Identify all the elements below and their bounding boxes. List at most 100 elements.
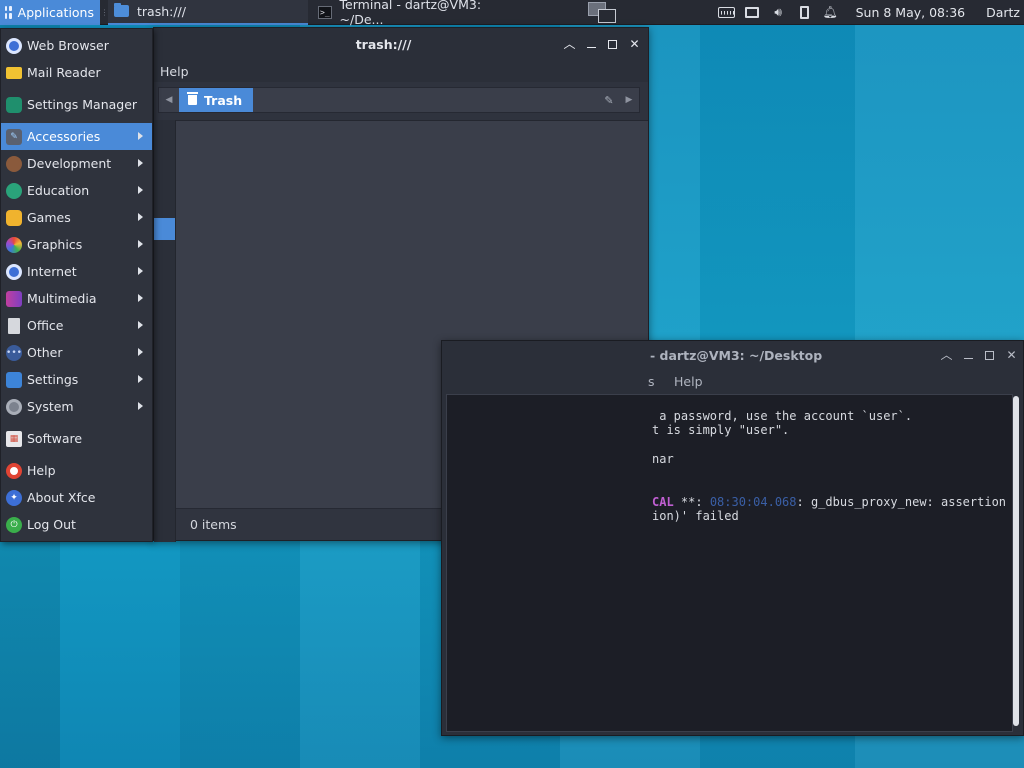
minimize-button[interactable] (964, 351, 973, 359)
submenu-arrow-icon (138, 240, 143, 248)
breadcrumb-trash[interactable]: Trash (179, 88, 254, 112)
log-message: : g_dbus_proxy_new: assertion ' (796, 494, 1013, 509)
clock[interactable]: Sun 8 May, 08:36 (856, 5, 966, 20)
close-button[interactable]: ✕ (1006, 349, 1017, 361)
submenu-arrow-icon (138, 132, 143, 140)
accessories-icon: ✎ (6, 128, 22, 145)
shade-button[interactable]: ︿ (564, 38, 576, 50)
terminal-line: CAL **: 08:30:04.068: g_dbus_proxy_new: … (447, 495, 1012, 509)
menu-item-label: Log Out (27, 517, 76, 532)
path-scroll-left-icon[interactable]: ◀ (159, 95, 179, 105)
development-icon (6, 155, 22, 172)
menu-item-label: Help (27, 463, 56, 478)
about-xfce-icon: ✦ (6, 489, 22, 506)
menu-item-accessories[interactable]: ✎ Accessories (1, 123, 152, 150)
menu-item-about-xfce[interactable]: ✦ About Xfce (1, 484, 152, 511)
menu-item-settings[interactable]: Settings (1, 366, 152, 393)
education-icon (6, 182, 22, 199)
menu-item-label: Settings Manager (27, 97, 138, 112)
menu-item-label: Office (27, 318, 64, 333)
taskbar-item-file-manager[interactable]: trash:/// (108, 0, 308, 25)
menu-item-label: Web Browser (27, 38, 109, 53)
taskbar-item-terminal[interactable]: >_ Terminal - dartz@VM3: ~/De... (312, 0, 512, 27)
menu-bar: Help (154, 60, 648, 82)
applications-icon (5, 5, 12, 19)
submenu-arrow-icon (138, 402, 143, 410)
menu-tabs[interactable]: s (648, 374, 655, 389)
window-titlebar[interactable]: trash:/// ︿ ✕ (154, 28, 648, 60)
applications-label: Applications (17, 4, 94, 20)
system-icon (6, 398, 22, 415)
menu-item-label: Multimedia (27, 291, 97, 306)
mail-icon (6, 66, 22, 79)
menu-bar: s Help (442, 369, 1023, 393)
side-pane (154, 120, 176, 542)
terminal-window: - dartz@VM3: ~/Desktop ︿ ✕ s Help a pass… (441, 340, 1024, 736)
menu-item-software[interactable]: ▦ Software (1, 425, 152, 452)
settings-icon (6, 371, 22, 388)
menu-item-settings-manager[interactable]: Settings Manager (1, 91, 152, 118)
submenu-arrow-icon (138, 294, 143, 302)
menu-item-graphics[interactable]: Graphics (1, 231, 152, 258)
keyboard-icon[interactable] (717, 5, 735, 19)
folder-icon (114, 3, 129, 17)
menu-item-system[interactable]: System (1, 393, 152, 420)
status-text: 0 items (190, 517, 237, 532)
screen-icon[interactable] (744, 5, 761, 19)
workspace-2[interactable] (598, 8, 616, 23)
edit-location-icon[interactable]: ✎ (599, 94, 619, 107)
submenu-arrow-icon (138, 375, 143, 383)
battery-icon[interactable] (796, 5, 813, 19)
menu-item-office[interactable]: Office (1, 312, 152, 339)
menu-item-label: Mail Reader (27, 65, 101, 80)
software-icon: ▦ (6, 430, 22, 447)
menu-item-other[interactable]: ••• Other (1, 339, 152, 366)
notification-bell-icon[interactable]: 🔔︎ (822, 5, 839, 19)
menu-item-development[interactable]: Development (1, 150, 152, 177)
top-panel: Applications ⋮ trash:/// >_ Terminal - d… (0, 0, 1024, 27)
office-icon (8, 317, 20, 334)
menu-help[interactable]: Help (160, 64, 189, 79)
menu-item-label: Development (27, 156, 112, 171)
menu-help[interactable]: Help (674, 374, 703, 389)
menu-item-help[interactable]: Help (1, 457, 152, 484)
terminal-output[interactable]: a password, use the account `user`. t is… (446, 394, 1013, 732)
volume-icon[interactable]: 🔊︎ (770, 5, 787, 19)
window-titlebar[interactable]: - dartz@VM3: ~/Desktop ︿ ✕ (442, 341, 1023, 369)
menu-item-log-out[interactable]: ⏻ Log Out (1, 511, 152, 538)
minimize-button[interactable] (587, 40, 596, 48)
menu-item-mail-reader[interactable]: Mail Reader (1, 59, 152, 86)
trash-icon (187, 92, 198, 105)
menu-item-education[interactable]: Education (1, 177, 152, 204)
close-button[interactable]: ✕ (629, 38, 640, 50)
applications-menu-button[interactable]: Applications (0, 0, 100, 25)
breadcrumb-label: Trash (204, 92, 243, 108)
menu-item-multimedia[interactable]: Multimedia (1, 285, 152, 312)
menu-item-label: Accessories (27, 129, 101, 144)
maximize-button[interactable] (985, 350, 994, 360)
critical-tag: CAL (652, 494, 674, 509)
path-scroll-right-icon[interactable]: ▶ (619, 95, 639, 105)
user-name[interactable]: Dartz (986, 5, 1020, 20)
maximize-button[interactable] (608, 39, 617, 49)
settings-manager-icon (6, 96, 22, 113)
menu-item-label: Games (27, 210, 71, 225)
shade-button[interactable]: ︿ (941, 349, 953, 361)
taskbar-item-label: trash:/// (137, 3, 186, 19)
log-out-icon: ⏻ (6, 516, 22, 533)
menu-item-label: Internet (27, 264, 77, 279)
games-icon (6, 209, 22, 226)
window-controls: ︿ ✕ (564, 28, 640, 60)
log-timestamp: 08:30:04.068 (709, 494, 797, 509)
terminal-scrollbar[interactable] (1013, 396, 1019, 726)
submenu-arrow-icon (138, 348, 143, 356)
window-title: - dartz@VM3: ~/Desktop (650, 347, 823, 363)
terminal-line: t is simply "user". (652, 423, 790, 438)
menu-item-games[interactable]: Games (1, 204, 152, 231)
menu-item-web-browser[interactable]: Web Browser (1, 32, 152, 59)
menu-item-internet[interactable]: Internet (1, 258, 152, 285)
workspace-switcher[interactable] (584, 0, 618, 25)
submenu-arrow-icon (138, 213, 143, 221)
side-pane-selected-item[interactable] (154, 218, 175, 240)
